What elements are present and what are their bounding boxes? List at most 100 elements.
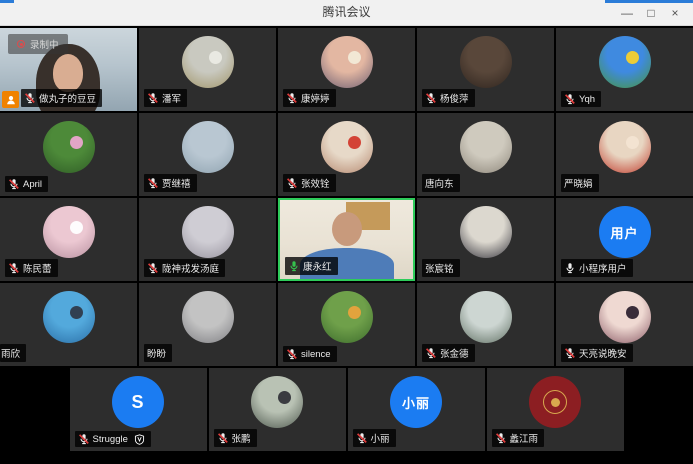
participant-tile[interactable]: silence [278, 283, 415, 366]
avatar [460, 121, 512, 173]
avatar [599, 36, 651, 88]
participant-name: Struggle [93, 434, 128, 445]
name-label: 天亮说晚安 [561, 344, 633, 362]
participant-tile[interactable]: 陈民蕾 [0, 198, 137, 281]
avatar [321, 36, 373, 88]
muted-mic-icon [564, 347, 576, 359]
muted-mic-icon [495, 432, 507, 444]
avatar [251, 376, 303, 428]
participant-tile[interactable]: 康永红 [278, 198, 415, 281]
muted-mic-icon [564, 93, 576, 105]
muted-mic-icon [356, 432, 368, 444]
muted-mic-icon [217, 432, 229, 444]
avatar [182, 291, 234, 343]
close-button[interactable]: × [663, 3, 687, 23]
participant-name: Yqh [579, 94, 595, 105]
avatar: 小丽 [390, 376, 442, 428]
participant-tile[interactable]: Yqh [556, 28, 693, 111]
participant-name: 潘军 [162, 91, 181, 105]
name-label: 盼盼 [144, 344, 172, 362]
name-label: 康婷婷 [283, 89, 336, 107]
name-label: 张宸铭 [422, 259, 460, 277]
avatar [43, 121, 95, 173]
muted-mic-icon [147, 262, 159, 274]
participant-tile[interactable]: 雨欣 [0, 283, 137, 366]
name-label: 唐向东 [422, 174, 460, 192]
muted-mic-icon [286, 348, 298, 360]
participant-name: 雨欣 [1, 346, 20, 360]
participant-tile[interactable]: 张鹏 [209, 368, 346, 451]
participant-name: 唐向东 [425, 176, 454, 190]
participant-tile[interactable]: 张金德 [417, 283, 554, 366]
name-label: 张鹏 [214, 429, 257, 447]
participant-name: 张效铨 [301, 176, 330, 190]
muted-mic-icon [425, 92, 437, 104]
participant-tile[interactable]: 做丸子的豆豆 录制中 [0, 28, 137, 111]
muted-mic-icon [425, 347, 437, 359]
muted-mic-icon [78, 433, 90, 445]
participant-name: 康婷婷 [301, 91, 330, 105]
titlebar: 腾讯会议 — □ × [0, 0, 693, 26]
muted-mic-icon [147, 177, 159, 189]
participant-name: 杨俊萍 [440, 91, 469, 105]
participant-name: 贾继禧 [162, 176, 191, 190]
muted-mic-icon [286, 92, 298, 104]
muted-mic-icon [147, 92, 159, 104]
name-label: 做丸子的豆豆 [21, 89, 102, 107]
participant-tile[interactable]: 张宸铭 [417, 198, 554, 281]
avatar [182, 206, 234, 258]
avatar [321, 121, 373, 173]
participant-tile[interactable]: 唐向东 [417, 113, 554, 196]
video-grid-row-3: 陈民蕾 陇神戎发汤庭 康永红 张宸铭 用户 小程序用户 [0, 198, 693, 281]
participant-tile[interactable]: April [0, 113, 137, 196]
avatar [43, 206, 95, 258]
participant-name: 天亮说晚安 [579, 346, 627, 360]
recording-dot-icon [17, 40, 25, 48]
muted-mic-icon [24, 92, 36, 104]
name-label: silence [283, 346, 337, 362]
meeting-window: 腾讯会议 — □ × 做丸子的豆豆 录制中 潘军 康婷婷 杨俊萍 [0, 0, 693, 464]
participant-tile[interactable]: 陇神戎发汤庭 [139, 198, 276, 281]
name-label: 陈民蕾 [5, 259, 58, 277]
participant-tile[interactable]: 用户 小程序用户 [556, 198, 693, 281]
avatar [529, 376, 581, 428]
participant-tile[interactable]: 杨俊萍 [417, 28, 554, 111]
participant-tile[interactable]: 盼盼 [139, 283, 276, 366]
avatar: S [112, 376, 164, 428]
name-label: 杨俊萍 [422, 89, 475, 107]
shield-badge-icon [134, 434, 145, 445]
name-label: 张效铨 [283, 174, 336, 192]
participant-tile[interactable]: 严晓娟 [556, 113, 693, 196]
name-label: 康永红 [285, 257, 338, 275]
participant-name: 康永红 [303, 259, 332, 273]
participant-name: 陈民蕾 [23, 261, 52, 275]
name-label: 蠡江雨 [492, 429, 545, 447]
avatar [43, 291, 95, 343]
participant-name: 陇神戎发汤庭 [162, 261, 219, 275]
avatar [460, 206, 512, 258]
name-label: Struggle [75, 431, 151, 447]
participant-tile[interactable]: 康婷婷 [278, 28, 415, 111]
participant-name: 严晓娟 [564, 176, 593, 190]
avatar [599, 121, 651, 173]
participant-tile[interactable]: 潘军 [139, 28, 276, 111]
participant-tile[interactable]: 贾继禧 [139, 113, 276, 196]
participant-name: 盼盼 [147, 346, 166, 360]
window-title: 腾讯会议 [0, 0, 693, 25]
minimize-button[interactable]: — [615, 3, 639, 23]
muted-mic-icon [286, 177, 298, 189]
participant-tile[interactable]: 天亮说晚安 [556, 283, 693, 366]
name-label: 陇神戎发汤庭 [144, 259, 225, 277]
avatar [599, 291, 651, 343]
participant-tile[interactable]: 张效铨 [278, 113, 415, 196]
mic-on-icon [288, 260, 300, 272]
video-grid-row-4: 雨欣 盼盼 silence 张金德 天亮说晚安 [0, 283, 693, 366]
participant-tile[interactable]: S Struggle [70, 368, 207, 451]
participant-tile[interactable]: 蠡江雨 [487, 368, 624, 451]
participant-name: 张宸铭 [425, 261, 454, 275]
participant-name: 张金德 [440, 346, 469, 360]
maximize-button[interactable]: □ [639, 3, 663, 23]
participant-name: 小丽 [371, 431, 390, 445]
participant-tile[interactable]: 小丽 小丽 [348, 368, 485, 451]
avatar [460, 36, 512, 88]
